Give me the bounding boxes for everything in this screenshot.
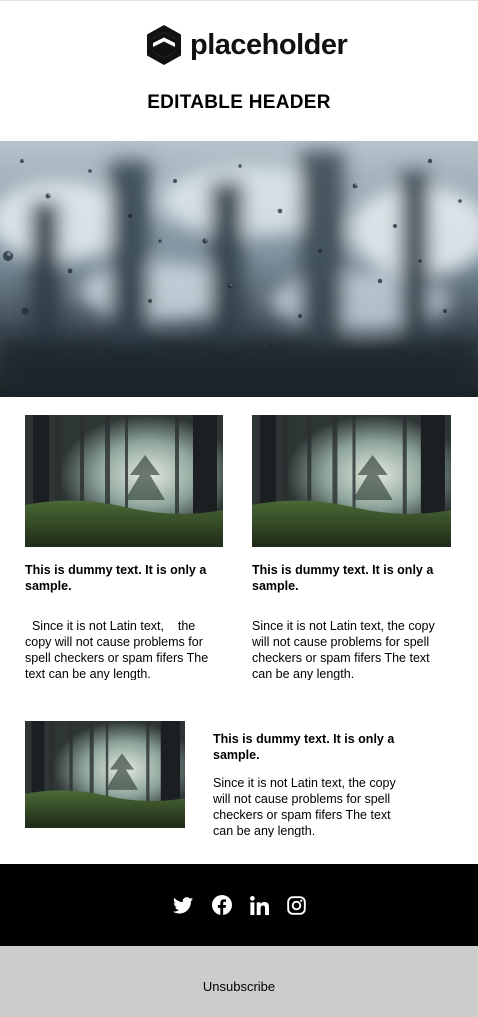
feature-body: Since it is not Latin text, the copy wil… [213, 776, 400, 837]
instagram-icon [286, 895, 306, 915]
rain-on-window-photo [0, 141, 478, 397]
column-2-title: This is dummy text. It is only a sample. [252, 563, 434, 593]
misty-forest-photo [252, 415, 451, 547]
instagram-link[interactable] [286, 895, 306, 915]
hexagon-logo-icon [147, 25, 181, 65]
page-title: EDITABLE HEADER [147, 92, 331, 113]
social-bar [0, 864, 478, 946]
hero-image [0, 141, 478, 397]
top-divider [0, 0, 478, 1]
column-2-body: Since it is not Latin text, the copy wil… [252, 619, 439, 680]
linkedin-icon [249, 895, 269, 915]
facebook-link[interactable] [212, 895, 232, 915]
linkedin-link[interactable] [249, 895, 269, 915]
column-2-image [252, 415, 451, 547]
feature-image [25, 721, 185, 828]
unsubscribe-link[interactable]: Unsubscribe [0, 979, 478, 994]
facebook-icon [212, 895, 232, 915]
column-1-image [25, 415, 223, 547]
misty-forest-photo [25, 415, 223, 547]
logo-text: placeholder [190, 28, 348, 61]
feature-title: This is dummy text. It is only a sample. [213, 732, 395, 762]
column-1-body: Since it is not Latin text, the copy wil… [25, 619, 212, 680]
twitter-link[interactable] [173, 895, 193, 915]
column-1-title: This is dummy text. It is only a sample. [25, 563, 207, 593]
twitter-icon [173, 896, 193, 913]
brand-logo[interactable]: placeholder [144, 23, 348, 67]
misty-forest-photo [25, 721, 185, 828]
